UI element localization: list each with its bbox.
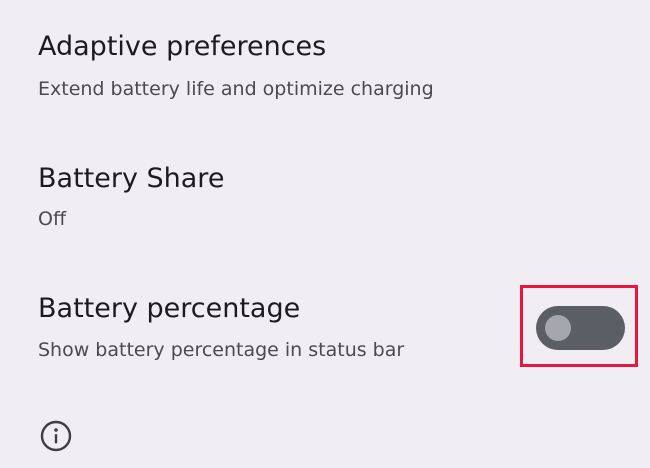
battery-percentage-toggle[interactable] (536, 306, 625, 350)
battery-percentage-title: Battery percentage (38, 293, 301, 324)
adaptive-preferences-item[interactable]: Adaptive preferences Extend battery life… (38, 30, 650, 110)
battery-share-status: Off (38, 208, 67, 230)
adaptive-preferences-subtitle: Extend battery life and optimize chargin… (38, 78, 434, 100)
battery-percentage-subtitle: Show battery percentage in status bar (38, 339, 405, 361)
adaptive-preferences-title: Adaptive preferences (38, 31, 327, 62)
info-icon[interactable] (40, 420, 72, 452)
battery-share-title: Battery Share (38, 163, 225, 194)
toggle-thumb[interactable] (545, 315, 571, 341)
battery-share-item[interactable]: Battery Share Off (38, 162, 650, 242)
